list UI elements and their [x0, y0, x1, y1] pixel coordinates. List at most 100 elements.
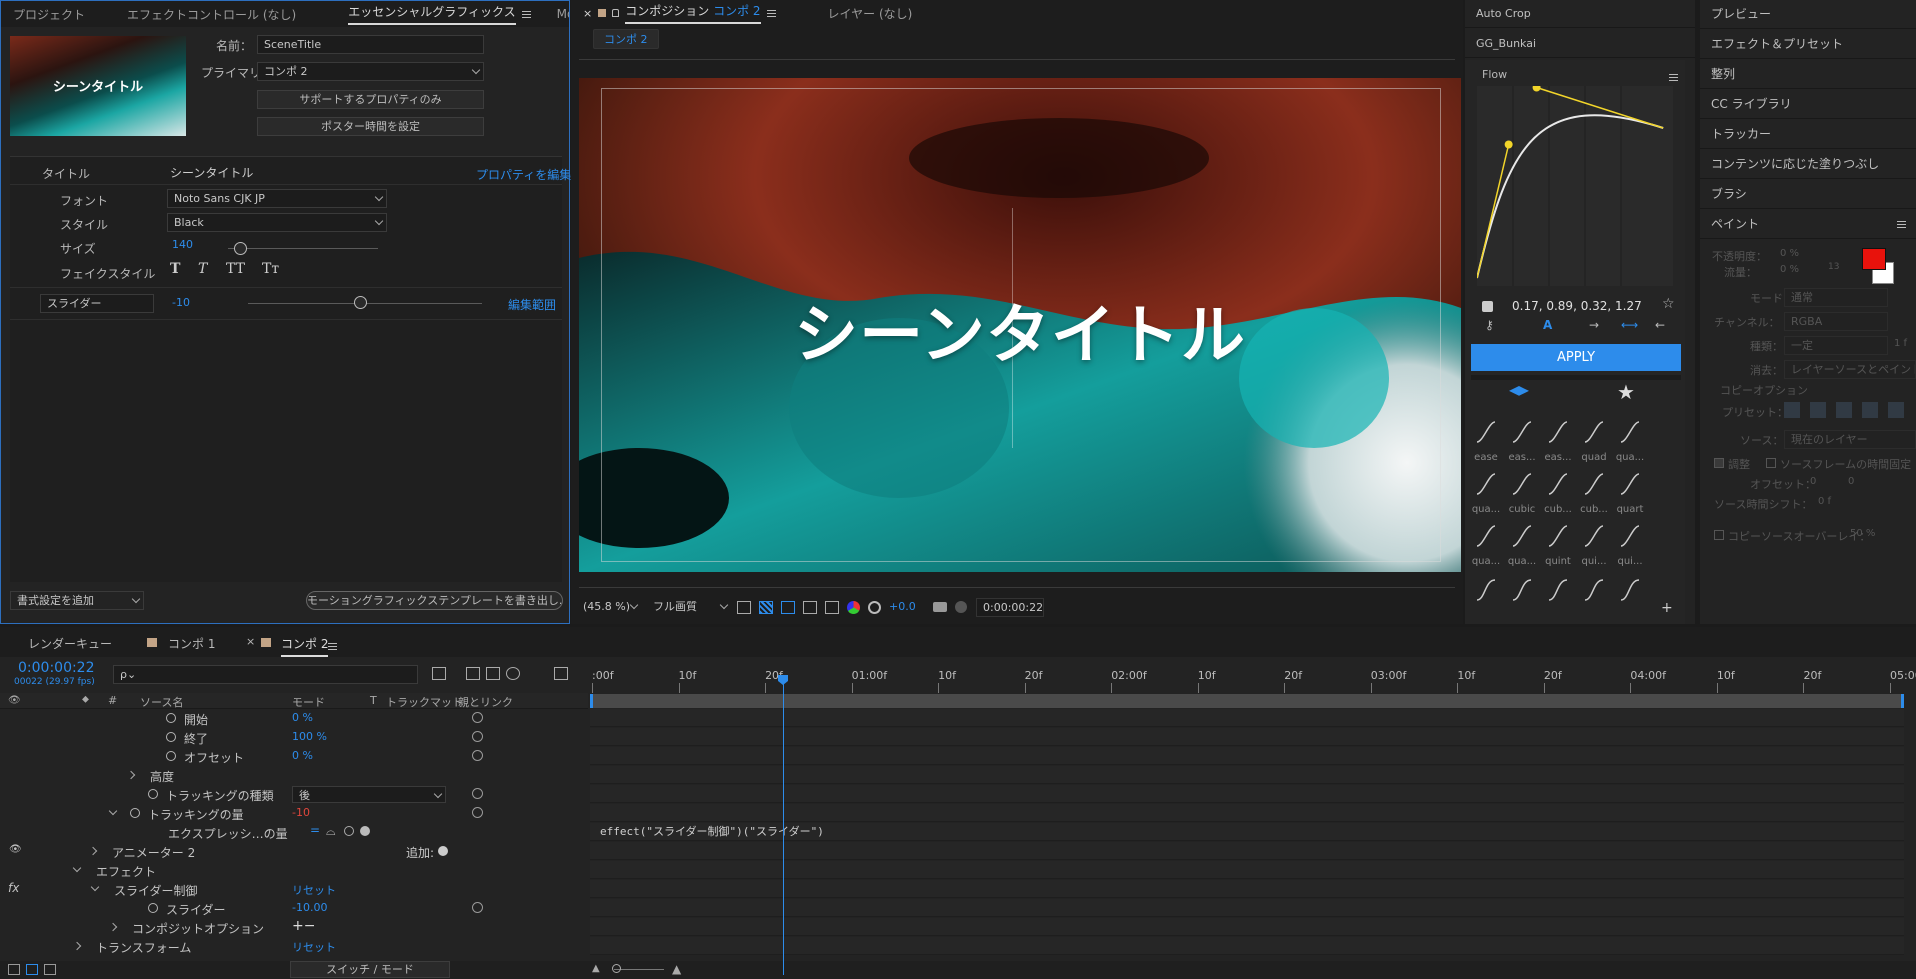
text-a-icon[interactable]: A — [1543, 318, 1552, 332]
zoom-slider[interactable] — [614, 969, 664, 970]
col-parent[interactable]: 親とリンク — [458, 694, 513, 710]
expression-menu-icon[interactable] — [360, 826, 370, 836]
property-value[interactable]: 0 % — [292, 749, 313, 762]
col-track-matte[interactable]: トラックマット — [386, 694, 463, 710]
cc-libraries-item[interactable]: CC ライブラリ — [1700, 90, 1916, 119]
property-value[interactable]: 0 % — [292, 711, 313, 724]
supported-props-button[interactable]: サポートするプロパティのみ — [257, 90, 484, 109]
composite-add-remove[interactable]: +− — [292, 918, 315, 934]
name-field[interactable]: SceneTitle — [257, 35, 484, 54]
align-item[interactable]: 整列 — [1700, 60, 1916, 89]
parent-pickwhip-icon[interactable] — [472, 712, 483, 723]
composition-viewer[interactable]: シーンタイトル — [579, 78, 1461, 572]
easing-preset[interactable]: qua... — [1613, 418, 1647, 470]
tab-effect-controls[interactable]: エフェクトコントロール (なし) — [97, 1, 308, 27]
stopwatch-icon[interactable] — [148, 789, 158, 799]
add-icon[interactable] — [438, 846, 448, 856]
expression-text[interactable]: effect("スライダー制御")("スライダー") — [600, 823, 824, 839]
tracker-item[interactable]: トラッカー — [1700, 120, 1916, 149]
gg-bunkai-item[interactable]: GG_Bunkai — [1465, 30, 1695, 58]
add-menu[interactable]: 追加: — [406, 844, 434, 861]
comp-flowchart-icon[interactable] — [432, 667, 446, 680]
layer-property-row[interactable]: コンポジットオプション +− — [0, 918, 588, 937]
export-template-button[interactable]: モーショングラフィックステンプレートを書き出し... — [306, 591, 563, 610]
layer-property-row[interactable]: fx スライダー制御 リセット — [0, 880, 588, 899]
easing-preset[interactable]: qui... — [1613, 522, 1647, 574]
close-icon[interactable]: × — [583, 7, 592, 20]
graduation-cap-icon[interactable] — [1509, 386, 1529, 396]
edit-range-link[interactable]: 編集範囲 — [508, 296, 556, 313]
property-value[interactable]: -10 — [292, 806, 310, 819]
work-area-bar[interactable] — [590, 694, 1904, 708]
poster-time-button[interactable]: ポスター時間を設定 — [257, 117, 484, 136]
channel-select[interactable]: RGBA — [1784, 312, 1888, 331]
layer-property-row[interactable]: 開始 0 % — [0, 709, 588, 728]
property-value[interactable]: 100 % — [292, 730, 327, 743]
stopwatch-icon[interactable] — [166, 732, 176, 742]
auto-crop-item[interactable]: Auto Crop — [1465, 0, 1695, 28]
playhead[interactable] — [783, 675, 784, 975]
bezier-curve-editor[interactable] — [1477, 86, 1673, 286]
col-source-name[interactable]: ソース名 — [140, 694, 183, 710]
easing-preset[interactable]: cub... — [1541, 470, 1575, 522]
expand-toggle[interactable] — [72, 863, 82, 873]
easing-preset[interactable]: qua... — [1469, 522, 1503, 574]
flow-value[interactable]: 0 % — [1780, 264, 1799, 275]
zoom-slider-handle[interactable] — [612, 964, 621, 973]
track-row[interactable] — [590, 842, 1904, 860]
easing-preset[interactable]: eas... — [1541, 418, 1575, 470]
layer-property-row[interactable]: トラッキングの量 -10 — [0, 804, 588, 823]
expand-toggle[interactable] — [72, 941, 82, 951]
track-row[interactable] — [590, 785, 1904, 803]
preview-item[interactable]: プレビュー — [1700, 0, 1916, 29]
exposure-reset-icon[interactable] — [868, 601, 881, 614]
size-slider-track[interactable] — [228, 248, 378, 249]
parent-pickwhip-icon[interactable] — [472, 750, 483, 761]
pickwhip-icon[interactable] — [344, 826, 354, 836]
size-slider-handle[interactable] — [234, 242, 247, 255]
layer-property-row[interactable]: 高度 — [0, 766, 588, 785]
graph-editor-icon[interactable] — [554, 667, 568, 680]
tab-composition[interactable]: × コンポジション コンポ 2 — [571, 0, 788, 26]
duration-type-select[interactable]: 一定 — [1784, 336, 1888, 355]
layer-property-row[interactable]: トラッキングの種類 後 — [0, 785, 588, 804]
tab-render-queue[interactable]: レンダーキュー — [28, 635, 112, 652]
comp-breadcrumb[interactable]: コンポ 2 — [593, 29, 659, 49]
parent-pickwhip-icon[interactable] — [472, 731, 483, 742]
curve-edit-icon[interactable] — [1482, 301, 1493, 312]
tab-essential-graphics[interactable]: エッセンシャルグラフィックス — [308, 1, 542, 27]
track-row[interactable] — [590, 766, 1904, 784]
frame-blending-icon[interactable] — [486, 667, 500, 680]
parent-pickwhip-icon[interactable] — [472, 788, 483, 799]
fast-preview-icon[interactable] — [737, 601, 751, 614]
key-icon[interactable]: ⚷ — [1485, 318, 1494, 332]
stopwatch-icon[interactable] — [148, 903, 158, 913]
track-row[interactable] — [590, 937, 1904, 955]
foreground-color-swatch[interactable] — [1862, 248, 1886, 270]
offset-y[interactable]: 0 — [1848, 476, 1854, 487]
easing-preset[interactable]: quad — [1577, 418, 1611, 470]
arrow-both-icon[interactable]: ⟷ — [1621, 318, 1638, 332]
resolution-select[interactable]: フル画質 — [647, 598, 731, 617]
tab-motion-bro[interactable]: Motion Bro — [543, 1, 569, 27]
overlay-value[interactable]: 50 % — [1850, 528, 1875, 539]
easing-preset[interactable] — [1505, 576, 1539, 628]
tab-comp-1[interactable]: コンポ 1 — [168, 635, 215, 652]
expand-toggle[interactable] — [88, 846, 98, 856]
track-row[interactable] — [590, 709, 1904, 727]
expand-toggle[interactable] — [90, 882, 100, 892]
easing-preset[interactable]: qua... — [1505, 522, 1539, 574]
easing-preset[interactable] — [1577, 576, 1611, 628]
size-value[interactable]: 140 — [172, 238, 193, 251]
expand-toggle[interactable] — [108, 806, 118, 816]
property-value[interactable]: リセット — [292, 882, 336, 898]
transfer-controls-icon[interactable] — [44, 964, 56, 975]
layer-property-row[interactable]: エフェクト — [0, 861, 588, 880]
arrow-left-icon[interactable]: ← — [1655, 318, 1665, 332]
small-caps-button[interactable]: Tт — [262, 261, 279, 277]
parent-pickwhip-icon[interactable] — [472, 807, 483, 818]
mode-select[interactable]: 通常 — [1784, 288, 1888, 307]
add-icon[interactable]: + — [1661, 600, 1673, 616]
zoom-in-icon[interactable]: ▲ — [672, 962, 681, 976]
easing-preset[interactable]: quart — [1613, 470, 1647, 522]
